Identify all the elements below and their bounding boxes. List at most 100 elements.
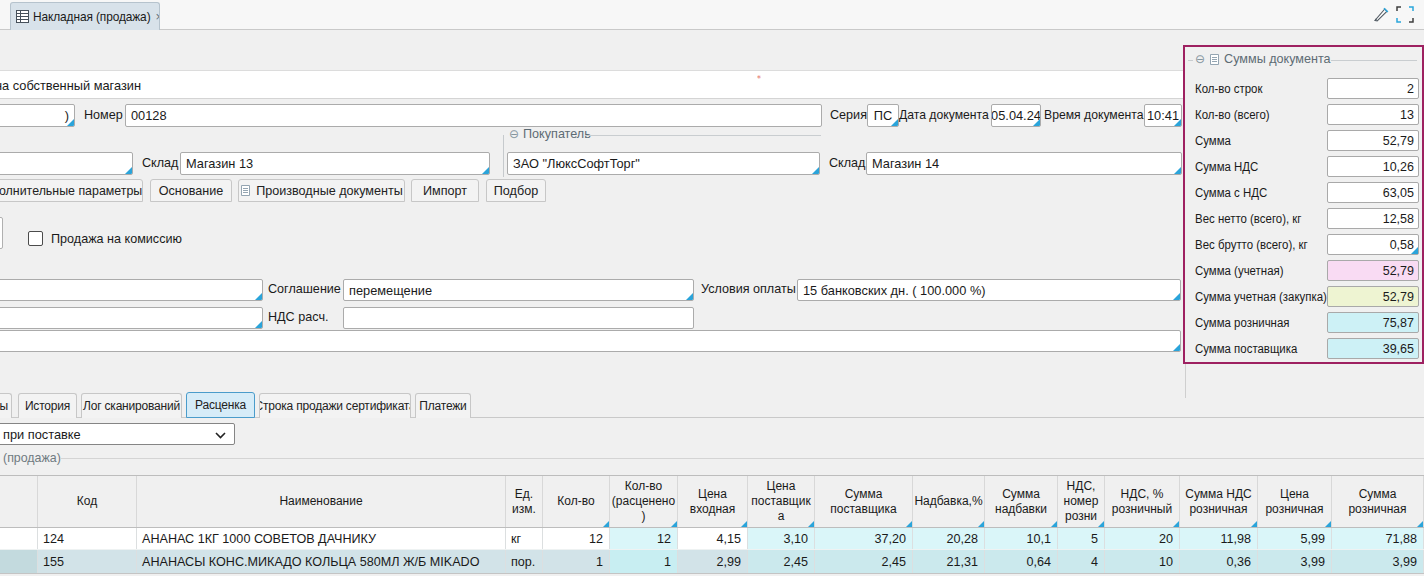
warehouse-to-field[interactable]: Магазин 14 [866,152,1182,175]
table-cell[interactable]: 12 [610,528,678,549]
table-cell[interactable]: 3,10 [748,528,815,549]
operation-field[interactable]: на собственный магазин ⁎ [0,70,1183,99]
column-header[interactable]: Ед. изм. [506,476,543,527]
doc-date-field[interactable]: 05.04.24 [991,104,1041,127]
table-cell[interactable]: 3,99 [1332,550,1424,573]
pricing-dropdown[interactable]: при поставке [0,423,235,445]
column-header[interactable]: Код [38,476,137,527]
doc-time-field[interactable]: 10:41 [1144,104,1182,127]
total-value-field[interactable]: 12,58 [1327,208,1419,229]
total-value-field[interactable]: 39,65 [1327,338,1419,359]
table-cell[interactable]: 3,99 [1258,550,1332,573]
total-value-field[interactable]: 10,26 [1327,156,1419,177]
param-tab-3[interactable]: Производные документы [238,179,405,202]
expand-icon[interactable] [1396,6,1414,23]
section-tab-cut[interactable]: ы [0,393,12,418]
section-tab-1[interactable]: История [18,393,77,418]
section-tab-3[interactable]: Расценка [186,392,255,418]
table-cell[interactable]: 20,28 [913,528,985,549]
total-value-field[interactable]: 63,05 [1327,182,1419,203]
section-tab-2[interactable]: Лог сканирований [81,393,182,418]
column-header[interactable]: НДС, % розничный [1105,476,1180,527]
param-tab-4[interactable]: Импорт [411,179,479,202]
table-cell[interactable]: 1 [610,550,678,573]
total-value-field[interactable]: 2 [1327,78,1419,99]
column-header[interactable]: Кол-во [543,476,610,527]
table-cell[interactable]: АНАНАСЫ КОНС.МИКАДО КОЛЬЦА 580МЛ Ж/Б MIK… [137,550,506,573]
buyer-group-topline [585,135,821,136]
row-selector-cell[interactable] [0,550,38,573]
total-value-field[interactable]: 52,79 [1327,286,1419,307]
table-cell[interactable]: 37,20 [815,528,913,549]
table-cell[interactable]: 5,99 [1258,528,1332,549]
payment-terms-label: Условия оплаты [701,282,796,296]
total-value-field[interactable]: 13 [1327,104,1419,125]
column-header[interactable]: Сумма надбавки [985,476,1058,527]
table-cell[interactable]: 71,88 [1332,528,1424,549]
total-value-field[interactable]: 75,87 [1327,312,1419,333]
table-cell[interactable]: 12 [543,528,610,549]
table-cell[interactable]: 2,99 [678,550,748,573]
column-header[interactable]: Кол-во (расценено) [610,476,678,527]
table-cell[interactable]: 0,36 [1180,550,1258,573]
table-cell[interactable]: 0,64 [985,550,1058,573]
column-header[interactable]: Сумма поставщика [815,476,913,527]
table-cell[interactable]: кг [506,528,543,549]
payment-terms-field[interactable]: 15 банковских дн. ( 100.000 %) [797,279,1181,301]
table-cell[interactable]: 2,45 [748,550,815,573]
total-value-field[interactable]: 0,58 [1327,234,1419,255]
vat-calc-field[interactable] [343,307,694,329]
table-cell[interactable]: 155 [38,550,137,573]
total-value-field[interactable]: 52,79 [1327,260,1419,281]
left-cut-field-5[interactable] [0,307,263,329]
table-cell[interactable]: 21,31 [913,550,985,573]
column-header[interactable]: Цена входная [678,476,748,527]
section-tab-5[interactable]: Платежи [415,393,471,418]
table-cell[interactable]: 20 [1105,528,1180,549]
collapse-icon: ⊖ [1195,52,1205,66]
table-cell[interactable]: 10,1 [985,528,1058,549]
column-header[interactable]: Сумма розничная [1332,476,1424,527]
column-header[interactable]: Наименование [137,476,506,527]
tab-close-icon[interactable]: × [156,10,161,24]
commission-checkbox[interactable] [28,231,43,246]
table-cell[interactable]: 10 [1105,550,1180,573]
table-cell[interactable]: 4,15 [678,528,748,549]
edit-pencil-icon[interactable] [1370,4,1392,26]
column-header[interactable]: Цена поставщика [748,476,815,527]
total-label: Вес брутто (всего), кг [1195,238,1308,252]
column-header[interactable]: Цена розничная [1258,476,1332,527]
total-label: Кол-во (всего) [1195,108,1270,122]
series-field[interactable]: ПС [867,104,899,127]
row-selector-cell[interactable] [0,528,38,549]
buyer-field[interactable]: ЗАО "ЛюксСофтТорг" [507,152,820,175]
vat-calc-label: НДС расч. [268,310,328,324]
warehouse-from-field[interactable]: Магазин 13 [180,152,490,175]
warehouse-to-label: Склад [829,156,865,170]
table-cell[interactable]: 11,98 [1180,528,1258,549]
left-cut-field-1[interactable]: ) [0,104,75,127]
table-cell[interactable]: пор. [506,550,543,573]
param-tab-5[interactable]: Подбор [486,179,546,202]
column-header[interactable]: Сумма НДС розничная [1180,476,1258,527]
comment-field[interactable] [0,330,1181,352]
table-cell[interactable]: 2,45 [815,550,913,573]
series-label: Серия [830,108,867,122]
agreement-field[interactable]: перемещение [343,279,694,301]
total-value-field[interactable]: 52,79 [1327,130,1419,151]
number-field[interactable]: 00128 [125,104,822,127]
param-tab-2[interactable]: Основание [150,179,232,202]
left-cut-field-2[interactable] [0,152,133,175]
param-tab-1[interactable]: олнительные параметры [0,179,143,202]
document-tab[interactable]: Накладная (продажа) × [10,2,160,30]
table-cell[interactable]: 124 [38,528,137,549]
column-header[interactable]: НДС, номер розни [1058,476,1105,527]
table-cell[interactable]: 4 [1058,550,1105,573]
table-cell[interactable]: 5 [1058,528,1105,549]
section-tab-4[interactable]: Строка продажи сертификата [259,393,411,418]
column-header[interactable]: Надбавка,% [913,476,985,527]
table-cell[interactable]: 1 [543,550,610,573]
totals-panel-title: ⊖ Суммы документа [1195,52,1331,66]
table-cell[interactable]: АНАНАС 1КГ 1000 СОВЕТОВ ДАЧНИКУ [137,528,506,549]
left-cut-field-4[interactable] [0,279,263,301]
